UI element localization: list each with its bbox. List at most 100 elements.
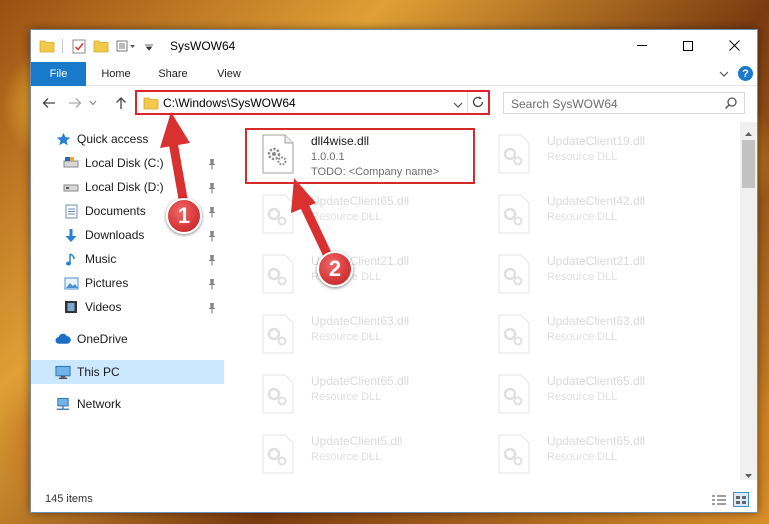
item-count: 145 items: [45, 493, 93, 505]
sidebar-item-music[interactable]: Music: [63, 248, 116, 270]
dll-file-icon: [498, 434, 530, 474]
file-name: UpdateClient65.dll: [547, 374, 646, 388]
scroll-down-icon[interactable]: [744, 468, 753, 482]
pin-icon[interactable]: [207, 206, 219, 218]
sidebar-item-label: Local Disk (C:): [85, 156, 164, 170]
sidebar-item-label: Quick access: [77, 132, 149, 146]
dll-file-icon: [262, 254, 294, 294]
dll-file-icon: [262, 314, 294, 354]
sidebar-item-label: Downloads: [85, 228, 145, 242]
dll-file-icon: [262, 434, 294, 474]
chevron-down-icon: [89, 100, 97, 106]
search-icon[interactable]: [724, 96, 738, 113]
file-tile[interactable]: UpdateClient21.dll Resource DLL: [487, 248, 712, 302]
pin-icon[interactable]: [207, 182, 219, 194]
cloud-icon: [55, 331, 71, 347]
step-2-badge: 2: [317, 251, 353, 287]
file-description: Resource DLL: [311, 451, 382, 463]
sidebar-item-documents[interactable]: Documents: [63, 200, 146, 222]
back-button[interactable]: [39, 93, 59, 113]
window-title: SysWOW64: [170, 39, 236, 53]
details-view-icon[interactable]: [711, 494, 727, 509]
tab-home[interactable]: Home: [94, 62, 138, 86]
network-icon: [55, 396, 71, 412]
sidebar-item-local-disk-c[interactable]: Local Disk (C:): [63, 152, 164, 174]
vertical-scrollbar[interactable]: [740, 122, 757, 480]
title-bar: SysWOW64: [31, 30, 757, 62]
pin-icon[interactable]: [207, 278, 219, 290]
sidebar-item-label: OneDrive: [77, 332, 128, 346]
dll-file-icon: [262, 194, 294, 234]
dll-file-icon: [498, 374, 530, 414]
sidebar-item-onedrive[interactable]: OneDrive: [55, 328, 128, 350]
file-description: Resource DLL: [311, 391, 382, 403]
file-tile[interactable]: UpdateClient19.dll Resource DLL: [487, 128, 712, 182]
file-tile[interactable]: UpdateClient63.dll Resource DLL: [251, 308, 476, 362]
file-name: UpdateClient63.dll: [547, 314, 646, 328]
pin-icon[interactable]: [207, 230, 219, 242]
file-tile[interactable]: UpdateClient63.dll Resource DLL: [487, 308, 712, 362]
computer-icon: [55, 364, 71, 380]
search-box[interactable]: [503, 92, 745, 114]
file-tile[interactable]: UpdateClient65.dll Resource DLL: [251, 368, 476, 422]
pin-icon[interactable]: [207, 254, 219, 266]
file-description: Resource DLL: [547, 211, 618, 223]
scroll-up-icon[interactable]: [744, 126, 753, 140]
customize-qa-icon[interactable]: [115, 37, 137, 55]
dll-file-icon: [498, 314, 530, 354]
documents-icon: [63, 203, 79, 219]
recent-locations-button[interactable]: [87, 93, 99, 113]
sidebar-item-local-disk-d[interactable]: Local Disk (D:): [63, 176, 164, 198]
new-folder-icon[interactable]: [93, 37, 109, 55]
folder-icon: [143, 96, 159, 113]
sidebar-item-network[interactable]: Network: [55, 393, 121, 415]
chevron-down-icon[interactable]: [453, 98, 463, 112]
properties-icon[interactable]: [71, 37, 87, 55]
close-icon: [728, 40, 740, 51]
close-button[interactable]: [711, 30, 757, 61]
file-tile[interactable]: UpdateClient42.dll Resource DLL: [487, 188, 712, 242]
sidebar-item-label: Music: [85, 252, 117, 266]
expand-ribbon-icon[interactable]: [719, 68, 729, 82]
maximize-button[interactable]: [665, 30, 711, 61]
minimize-button[interactable]: [619, 30, 665, 61]
dll-file-icon: [262, 374, 294, 414]
sidebar-item-pictures[interactable]: Pictures: [63, 272, 128, 294]
chevron-down-icon[interactable]: [143, 37, 155, 55]
file-tile[interactable]: UpdateClient21.dll Resource DLL: [251, 248, 476, 302]
separator: [61, 37, 63, 55]
file-description: Resource DLL: [547, 391, 618, 403]
help-icon[interactable]: ?: [738, 66, 753, 81]
scrollbar-thumb[interactable]: [742, 140, 755, 188]
pin-icon[interactable]: [207, 158, 219, 170]
forward-button[interactable]: [65, 93, 85, 113]
tab-view[interactable]: View: [209, 62, 249, 86]
tab-share[interactable]: Share: [151, 62, 195, 86]
up-button[interactable]: [111, 93, 131, 113]
sidebar-item-label: Pictures: [85, 276, 129, 290]
file-tile[interactable]: UpdateClient5.dll Resource DLL: [251, 428, 476, 478]
file-description: Resource DLL: [547, 151, 618, 163]
search-input[interactable]: [511, 96, 711, 111]
refresh-icon[interactable]: [471, 95, 485, 112]
sidebar-item-quick-access[interactable]: Quick access: [55, 128, 148, 150]
separator: [467, 92, 468, 113]
file-description: Resource DLL: [547, 331, 618, 343]
large-icons-view-icon[interactable]: [733, 492, 749, 507]
maximize-icon: [683, 40, 693, 51]
sidebar-item-videos[interactable]: Videos: [63, 296, 121, 318]
file-tile[interactable]: UpdateClient65.dll Resource DLL: [251, 188, 476, 242]
sidebar-item-label: Network: [77, 397, 122, 411]
file-tile[interactable]: UpdateClient65.dll Resource DLL: [487, 368, 712, 422]
tab-file[interactable]: File: [31, 62, 86, 86]
download-icon: [63, 227, 79, 243]
sidebar-item-label: This PC: [77, 365, 120, 379]
file-tile[interactable]: UpdateClient65.dll Resource DLL: [487, 428, 712, 478]
drive-icon: [63, 155, 79, 171]
address-bar[interactable]: C:\Windows\SysWOW64: [135, 90, 490, 115]
sidebar-item-this-pc[interactable]: This PC: [55, 361, 120, 383]
address-path[interactable]: C:\Windows\SysWOW64: [163, 96, 296, 110]
ribbon: File Home Share View ?: [31, 62, 757, 86]
sidebar-item-downloads[interactable]: Downloads: [63, 224, 144, 246]
pin-icon[interactable]: [207, 302, 219, 314]
